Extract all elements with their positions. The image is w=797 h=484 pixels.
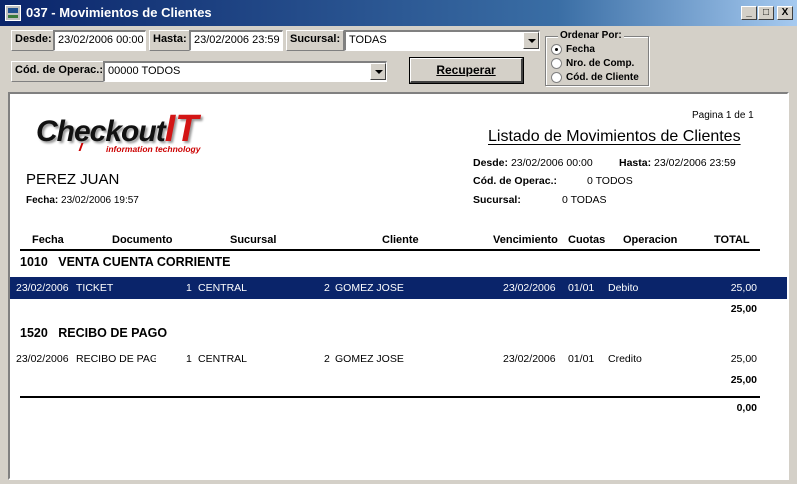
report-date: Fecha: 23/02/2006 19:57	[26, 195, 139, 206]
group-header: 1010 VENTA CUENTA CORRIENTE	[20, 255, 230, 269]
group-subtotal: 25,00	[730, 303, 757, 315]
cell-suc-num: 1	[186, 353, 192, 365]
radio-unselected-icon[interactable]	[551, 58, 562, 69]
group-code: 1520	[20, 326, 48, 340]
operac-select-value: 00000 TODOS	[108, 65, 181, 77]
sucursal-select[interactable]: TODAS	[344, 30, 540, 51]
grand-total: 0,00	[736, 402, 757, 414]
meta-sucursal-label: Sucursal:	[473, 194, 521, 206]
window-title: 037 - Movimientos de Clientes	[26, 5, 212, 20]
close-button[interactable]: X	[777, 6, 793, 20]
report-date-label: Fecha:	[26, 195, 59, 206]
cell-operacion: Debito	[608, 282, 639, 294]
desde-input[interactable]: 23/02/2006 00:00	[53, 30, 146, 51]
operac-label: Cód. de Operac.:	[11, 61, 108, 82]
meta-desde-value: 23/02/2006 00:00	[510, 157, 593, 169]
col-cliente: Cliente	[382, 234, 419, 246]
col-cuotas: Cuotas	[568, 234, 606, 246]
report-preview[interactable]: CheckoutIT information technology Pagina…	[8, 92, 789, 480]
col-vencimiento: Vencimiento	[493, 234, 558, 246]
desde-label: Desde:	[11, 30, 56, 51]
report-date-value: 23/02/2006 19:57	[61, 195, 139, 206]
cell-cuotas: 01/01	[568, 282, 595, 294]
operac-select[interactable]: 00000 TODOS	[103, 61, 387, 82]
table-row[interactable]: 23/02/2006 RECIBO DE PAG 1 CENTRAL 2 GOM…	[10, 348, 787, 370]
cell-documento: RECIBO DE PAG	[76, 353, 156, 365]
maximize-button[interactable]: □	[758, 6, 774, 20]
report-user: PEREZ JUAN	[26, 171, 120, 188]
hasta-input[interactable]: 23/02/2006 23:59	[189, 30, 283, 51]
group-subtotal: 25,00	[730, 374, 757, 386]
total-rule	[20, 396, 760, 398]
order-option-label: Nro. de Comp.	[566, 58, 635, 69]
col-sucursal: Sucursal	[230, 234, 277, 246]
title-bar[interactable]: 037 - Movimientos de Clientes _ □ X	[0, 0, 797, 26]
cell-total: 25,00	[730, 282, 757, 294]
order-by-title: Ordenar Por:	[558, 30, 624, 41]
recuperar-button[interactable]: Recuperar	[409, 57, 524, 84]
col-total: TOTAL	[714, 234, 750, 246]
sucursal-label: Sucursal:	[286, 30, 345, 51]
report-title: Listado de Movimientos de Clientes	[488, 128, 741, 145]
table-row[interactable]: 23/02/2006 TICKET 1 CENTRAL 2 GOMEZ JOSE…	[10, 277, 787, 299]
meta-operac-label: Cód. de Operac.:	[473, 175, 558, 187]
cell-cli-num: 2	[324, 353, 330, 365]
col-documento: Documento	[112, 234, 173, 246]
operac-dropdown-arrow-icon[interactable]	[370, 63, 386, 80]
sucursal-select-value: TODAS	[349, 34, 387, 46]
meta-desde: Desde: 23/02/2006 00:00	[473, 157, 593, 169]
cell-vencimiento: 23/02/2006	[503, 353, 556, 365]
group-name: RECIBO DE PAGO	[58, 326, 168, 340]
meta-sucursal-value: 0 TODAS	[562, 194, 607, 206]
page-info: Pagina 1 de 1	[692, 110, 754, 121]
meta-desde-label: Desde:	[473, 157, 509, 169]
cell-fecha: 23/02/2006	[16, 282, 69, 294]
order-option-label: Cód. de Cliente	[566, 72, 639, 83]
cell-cliente: GOMEZ JOSE	[335, 353, 404, 365]
group-header: 1520 RECIBO DE PAGO	[20, 326, 167, 340]
cell-total: 25,00	[730, 353, 757, 365]
radio-selected-icon[interactable]	[551, 44, 562, 55]
group-name: VENTA CUENTA CORRIENTE	[58, 255, 231, 269]
app-icon[interactable]	[5, 5, 21, 21]
cell-cuotas: 01/01	[568, 353, 595, 365]
meta-hasta-label: Hasta:	[619, 157, 652, 169]
cell-suc-num: 1	[186, 282, 192, 294]
cell-documento: TICKET	[76, 282, 114, 294]
header-rule	[20, 249, 760, 251]
meta-hasta: Hasta: 23/02/2006 23:59	[619, 157, 736, 169]
hasta-label: Hasta:	[149, 30, 191, 51]
cell-cliente: GOMEZ JOSE	[335, 282, 404, 294]
minimize-button[interactable]: _	[741, 6, 757, 20]
cell-fecha: 23/02/2006	[16, 353, 69, 365]
group-code: 1010	[20, 255, 48, 269]
radio-unselected-icon[interactable]	[551, 72, 562, 83]
order-option-label: Fecha	[566, 44, 595, 55]
col-operacion: Operacion	[623, 234, 678, 246]
cell-vencimiento: 23/02/2006	[503, 282, 556, 294]
logo-tagline: information technology	[106, 144, 201, 154]
cell-cli-num: 2	[324, 282, 330, 294]
cell-operacion: Credito	[608, 353, 642, 365]
cell-sucursal: CENTRAL	[198, 282, 248, 294]
recuperar-button-label: Recuperar	[436, 63, 496, 77]
cell-sucursal: CENTRAL	[198, 353, 248, 365]
meta-hasta-value: 23/02/2006 23:59	[654, 157, 736, 169]
col-fecha: Fecha	[32, 234, 64, 246]
meta-operac-value: 0 TODOS	[587, 175, 633, 187]
sucursal-dropdown-arrow-icon[interactable]	[523, 32, 539, 49]
